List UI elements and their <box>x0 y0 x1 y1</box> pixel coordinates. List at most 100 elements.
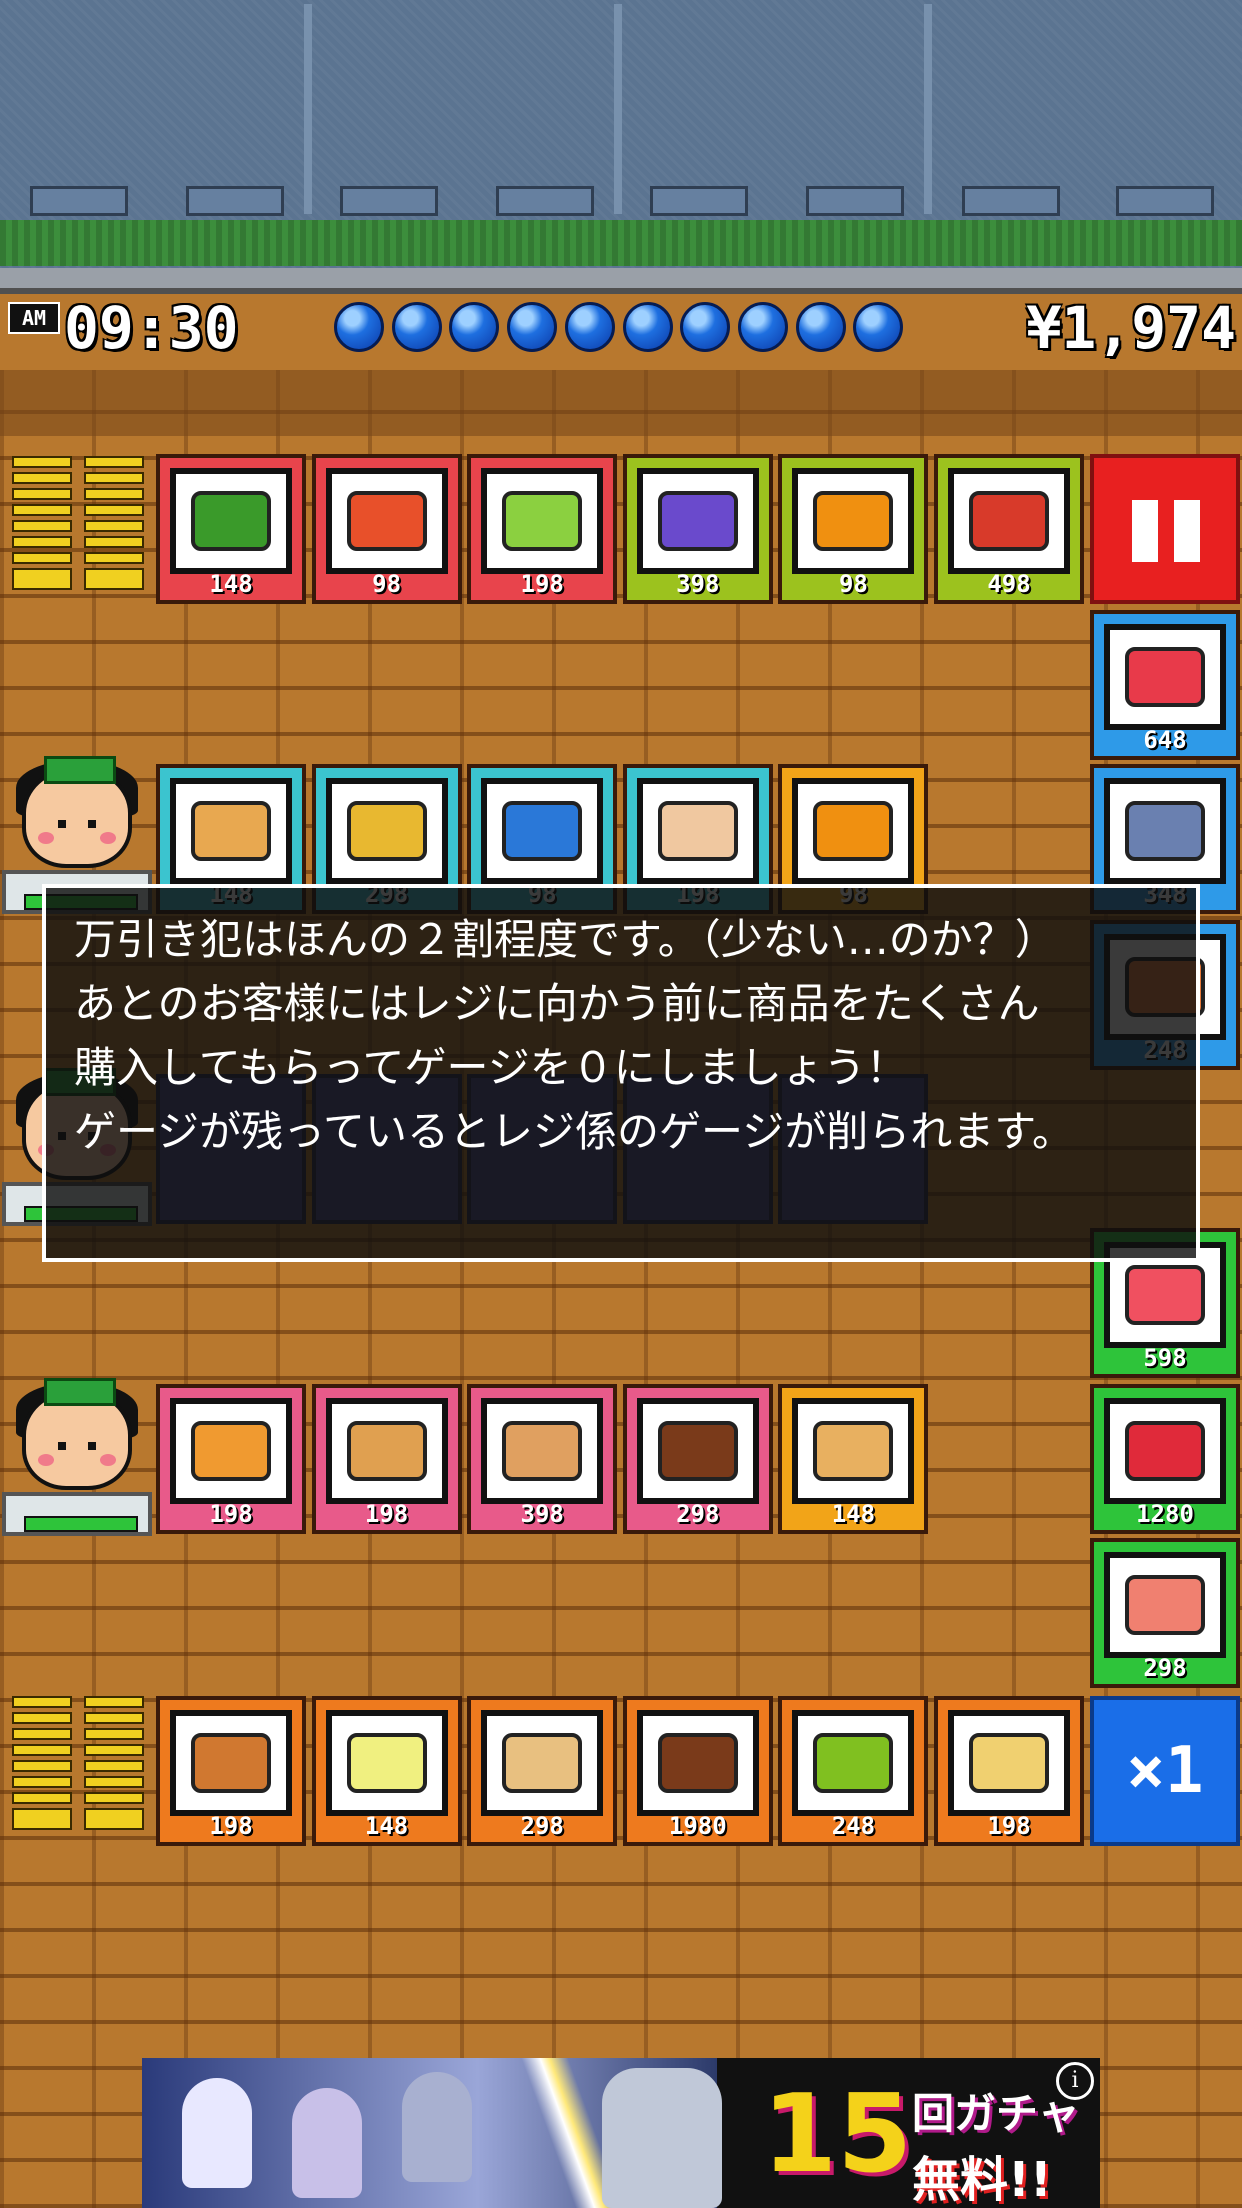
ad-number: 15 <box>762 2072 913 2197</box>
dialog-line: あとのお客様にはレジに向かう前に商品をたくさん <box>74 979 1040 1028</box>
product-tile-beer-mug[interactable]: 198 <box>934 1696 1084 1846</box>
window-sill <box>496 186 594 216</box>
basket-stack[interactable] <box>12 1696 72 1846</box>
product-tile-bun[interactable]: 198 <box>156 1696 306 1846</box>
product-tile-cookie-box[interactable]: 298 <box>467 1696 618 1846</box>
dialog-line: ゲージが残っているとレジ係のゲージが削られます。 <box>74 1107 1075 1156</box>
chocolate-bar-icon <box>657 1421 738 1481</box>
product-frame <box>170 778 292 884</box>
price-label: 598 <box>1143 1344 1187 1372</box>
product-frame <box>325 468 448 574</box>
product-frame <box>792 778 915 884</box>
product-tile-cracker-box[interactable]: 148 <box>778 1384 929 1534</box>
egg-omelet-icon <box>346 801 427 861</box>
product-frame <box>948 1710 1070 1816</box>
ad-info-icon[interactable]: i <box>1056 2062 1094 2100</box>
product-frame <box>792 1710 915 1816</box>
price-label: 398 <box>520 1500 564 1528</box>
shelf-shadow <box>0 370 1242 436</box>
price-label: 298 <box>676 1500 720 1528</box>
product-tile-meat-tray-red[interactable]: 648 <box>1090 610 1240 760</box>
bento-box-icon <box>346 1421 427 1481</box>
life-orb-icon <box>391 302 442 352</box>
product-frame <box>325 1710 448 1816</box>
product-frame <box>1104 1398 1226 1504</box>
product-frame <box>170 468 292 574</box>
price-label: 148 <box>209 570 253 598</box>
ad-character-image <box>402 2072 472 2182</box>
price-label: 498 <box>987 570 1031 598</box>
life-orb-icon <box>507 302 558 352</box>
gift-box-icon <box>969 491 1049 551</box>
price-label: 248 <box>831 1812 876 1840</box>
life-orb-icon <box>680 302 731 352</box>
window-sill <box>806 186 904 216</box>
pause-button[interactable] <box>1090 454 1240 604</box>
product-frame <box>792 1398 915 1504</box>
product-frame <box>170 1710 292 1816</box>
price-label: 148 <box>831 1500 876 1528</box>
product-tile-bento-box[interactable]: 198 <box>311 1384 462 1534</box>
window-sill <box>1116 186 1214 216</box>
game-clock: 09:30 <box>64 294 239 362</box>
bun-icon <box>191 1733 271 1793</box>
tutorial-dialog[interactable]: 万引き犯はほんの２割程度です。（少ない…のか？） あとのお客様にはレジに向かう前… <box>42 884 1200 1262</box>
product-tile-pudding[interactable]: 398 <box>467 1384 618 1534</box>
ad-gacha-text: 回ガチャ <box>912 2089 1080 2138</box>
salmon-fillet-icon <box>346 491 427 551</box>
cashier-3[interactable] <box>2 1378 152 1536</box>
life-orb-icon <box>622 302 673 352</box>
bread-loaf-icon <box>191 801 271 861</box>
product-frame <box>325 778 448 884</box>
milk-carton-icon <box>502 801 583 861</box>
money-counter: ¥1,974 <box>1026 294 1236 362</box>
product-tile-gift-box[interactable]: 498 <box>934 454 1084 604</box>
product-frame <box>1104 778 1226 884</box>
product-tile-cabbage[interactable]: 198 <box>467 454 618 604</box>
cashier-gauge <box>24 1516 138 1532</box>
product-tile-noodle-bowl[interactable]: 148 <box>311 1696 462 1846</box>
noodle-bowl-icon <box>346 1733 427 1793</box>
product-frame <box>636 468 759 574</box>
life-orb-icon <box>795 302 846 352</box>
product-tile-coffee-mug[interactable]: 1980 <box>622 1696 773 1846</box>
window-frame <box>304 4 312 214</box>
ad-banner[interactable]: 15 回ガチャ 無料!! i <box>142 2058 1100 2208</box>
product-tile-salmon-fillet[interactable]: 98 <box>311 454 462 604</box>
beer-mug-icon <box>969 1733 1049 1793</box>
grape-pack-icon <box>657 491 738 551</box>
product-tile-cake-slice[interactable]: 198 <box>156 1384 306 1534</box>
salmon-tray-icon <box>1125 1575 1205 1635</box>
price-label: 148 <box>364 1812 409 1840</box>
product-tile-orange[interactable]: 98 <box>778 454 929 604</box>
price-label: 98 <box>838 570 868 598</box>
product-frame <box>1104 1552 1226 1658</box>
product-tile-watermelon-slice[interactable]: 148 <box>156 454 306 604</box>
window-sill <box>650 186 748 216</box>
grass-strip <box>0 220 1242 266</box>
product-tile-matcha-pack[interactable]: 248 <box>778 1696 929 1846</box>
dialog-line: 万引き犯はほんの２割程度です。（少ない…のか？） <box>74 915 1057 964</box>
product-tile-chocolate-bar[interactable]: 298 <box>622 1384 773 1534</box>
basket-stack[interactable] <box>12 456 72 606</box>
product-tile-salmon-tray[interactable]: 298 <box>1090 1538 1240 1688</box>
basket-stack[interactable] <box>84 456 144 606</box>
product-tile-beef-tray[interactable]: 1280 <box>1090 1384 1240 1534</box>
product-tile-grape-pack[interactable]: 398 <box>622 454 773 604</box>
price-label: 198 <box>364 1500 409 1528</box>
pudding-icon <box>502 1421 583 1481</box>
cracker-box-icon <box>813 1421 894 1481</box>
window-sill <box>186 186 284 216</box>
product-frame <box>481 468 604 574</box>
basket-stack[interactable] <box>84 1696 144 1846</box>
product-frame <box>481 1398 604 1504</box>
product-frame <box>792 468 915 574</box>
life-orb-icon <box>564 302 615 352</box>
matcha-pack-icon <box>813 1733 894 1793</box>
meat-tray-red-icon <box>1125 647 1205 707</box>
speed-button[interactable]: ×1 <box>1090 1696 1240 1846</box>
price-label: 648 <box>1143 726 1187 754</box>
tuna-tray-icon <box>1125 1265 1205 1325</box>
window-frame <box>924 4 932 214</box>
life-orb-icon <box>334 302 384 352</box>
